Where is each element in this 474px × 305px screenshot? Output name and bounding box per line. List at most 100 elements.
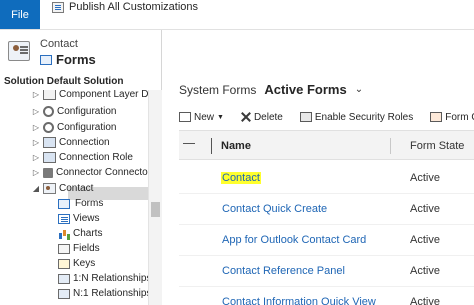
table-row[interactable]: Contact Reference Panel Active <box>179 257 474 287</box>
entity-section-label: Forms <box>56 52 96 67</box>
column-divider <box>390 138 391 154</box>
views-icon <box>58 213 70 224</box>
view-name[interactable]: Active Forms <box>264 82 346 97</box>
form-order-button[interactable]: Form O <box>430 112 474 123</box>
form-name-link[interactable]: Contact <box>221 172 261 184</box>
ribbon: File Publish All Customizations <box>0 0 474 30</box>
form-state: Active <box>410 296 440 305</box>
tree-item-label: Forms <box>75 198 104 209</box>
tree-item-fields[interactable]: Fields <box>58 241 100 256</box>
expand-arrow-icon[interactable]: ▷ <box>32 107 40 116</box>
forms-icon <box>58 198 70 209</box>
column-divider <box>211 138 212 154</box>
tree-item-label: Component Layer D... <box>59 90 148 100</box>
tree-item-label: Fields <box>73 243 100 254</box>
expand-arrow-icon[interactable]: ▷ <box>32 168 40 177</box>
fields-icon <box>58 243 70 254</box>
chevron-down-icon[interactable]: ⌄ <box>355 84 363 95</box>
tree-item-connection-role[interactable]: ▷ Connection Role <box>32 150 133 165</box>
expand-arrow-icon[interactable]: ▷ <box>32 138 40 147</box>
expand-arrow-icon[interactable]: ▷ <box>32 90 40 99</box>
tree-item-views[interactable]: Views <box>58 211 100 226</box>
dropdown-caret-icon[interactable]: ▼ <box>217 114 224 121</box>
keys-icon <box>58 258 70 269</box>
tree-item-label: Connection <box>59 137 110 148</box>
table-row[interactable]: Contact Quick Create Active <box>179 195 474 225</box>
security-roles-icon <box>299 112 312 122</box>
tree-item-label: Configuration <box>57 122 117 133</box>
enable-security-roles-button[interactable]: Enable Security Roles <box>299 111 414 123</box>
publish-all-button[interactable]: Publish All Customizations <box>52 0 198 14</box>
charts-icon <box>58 229 70 239</box>
tree-item-label: Views <box>73 213 100 224</box>
select-all-checkbox[interactable] <box>183 143 195 144</box>
form-name-link[interactable]: App for Outlook Contact Card <box>222 234 366 246</box>
gear-icon <box>43 122 54 133</box>
connection-role-icon <box>43 152 56 163</box>
expand-arrow-icon[interactable]: ▷ <box>32 123 40 132</box>
solution-tree: ▷ Component Layer D... ▷ Configuration ▷… <box>0 90 148 305</box>
publish-label: Publish All Customizations <box>69 1 199 13</box>
delete-button[interactable]: Delete <box>241 112 283 123</box>
tree-item-component-layer[interactable]: ▷ Component Layer D... <box>32 90 148 102</box>
form-state: Active <box>410 234 440 246</box>
tree-item-1n-relationships[interactable]: 1:N Relationships <box>58 271 148 286</box>
delete-icon <box>241 112 251 122</box>
tree-item-contact[interactable]: ◢ Contact <box>32 181 93 196</box>
file-tab[interactable]: File <box>0 0 40 29</box>
form-name-link[interactable]: Contact Reference Panel <box>222 265 345 277</box>
entity-name: Contact <box>40 38 78 50</box>
relationship-icon <box>58 273 70 284</box>
gear-icon <box>43 106 54 117</box>
tree-item-label: Configuration <box>57 106 117 117</box>
connector-icon <box>43 167 53 178</box>
form-state: Active <box>410 265 440 277</box>
connection-icon <box>43 137 56 148</box>
column-header-name[interactable]: Name <box>221 140 251 152</box>
entity-section-title: Forms <box>40 52 96 67</box>
collapse-arrow-icon[interactable]: ◢ <box>32 184 40 193</box>
table-row[interactable]: Contact Active <box>179 164 474 194</box>
scrollbar-thumb[interactable] <box>151 202 160 217</box>
contact-entity-icon <box>8 41 30 61</box>
tree-item-connection[interactable]: ▷ Connection <box>32 135 110 150</box>
tree-item-configuration-2[interactable]: ▷ Configuration <box>32 120 116 135</box>
forms-icon <box>40 54 52 65</box>
view-selector[interactable]: System Forms Active Forms ⌄ <box>179 82 363 97</box>
form-state: Active <box>410 203 440 215</box>
tree-item-label: Connection Role <box>59 152 133 163</box>
tree-item-charts[interactable]: Charts <box>58 226 102 241</box>
new-button[interactable]: New ▼ <box>179 112 224 123</box>
table-row[interactable]: Contact Information Quick View Active <box>179 288 474 305</box>
grid-header: Name Form State <box>179 130 474 160</box>
relationship-icon <box>58 288 70 299</box>
table-row[interactable]: App for Outlook Contact Card Active <box>179 226 474 256</box>
tree-item-configuration-1[interactable]: ▷ Configuration <box>32 104 116 119</box>
expand-arrow-icon[interactable]: ▷ <box>32 153 40 162</box>
new-label: New <box>194 111 215 123</box>
form-order-label: Form O <box>445 111 474 123</box>
main-panel: System Forms Active Forms ⌄ New ▼ Delete… <box>163 30 474 305</box>
layer-icon <box>43 90 56 100</box>
left-nav: Contact Forms Solution Default Solution … <box>0 30 162 305</box>
delete-label: Delete <box>253 111 283 123</box>
form-order-icon <box>430 112 443 122</box>
contact-icon <box>43 183 56 194</box>
form-name-link[interactable]: Contact Quick Create <box>222 203 327 215</box>
new-icon <box>179 112 191 122</box>
tree-item-label: Contact <box>59 183 94 194</box>
tree-item-connector[interactable]: ▷ Connector Connector <box>32 165 148 180</box>
tree-item-forms[interactable]: Forms <box>58 196 105 211</box>
toolbar: New ▼ Delete Enable Security Roles Form … <box>179 108 474 126</box>
tree-item-label: Connector Connector <box>56 167 148 178</box>
view-prefix: System Forms <box>179 82 257 97</box>
tree-item-n1-relationships[interactable]: N:1 Relationships <box>58 286 148 301</box>
tree-item-keys[interactable]: Keys <box>58 256 95 271</box>
solution-label: Solution Default Solution <box>4 76 124 87</box>
tree-item-label: Charts <box>73 228 103 239</box>
tree-scrollbar[interactable] <box>148 90 162 305</box>
column-header-form-state[interactable]: Form State <box>410 140 464 152</box>
form-name-link[interactable]: Contact Information Quick View <box>222 296 376 305</box>
tree-item-label: N:1 Relationships <box>73 288 148 299</box>
security-label: Enable Security Roles <box>314 111 414 123</box>
